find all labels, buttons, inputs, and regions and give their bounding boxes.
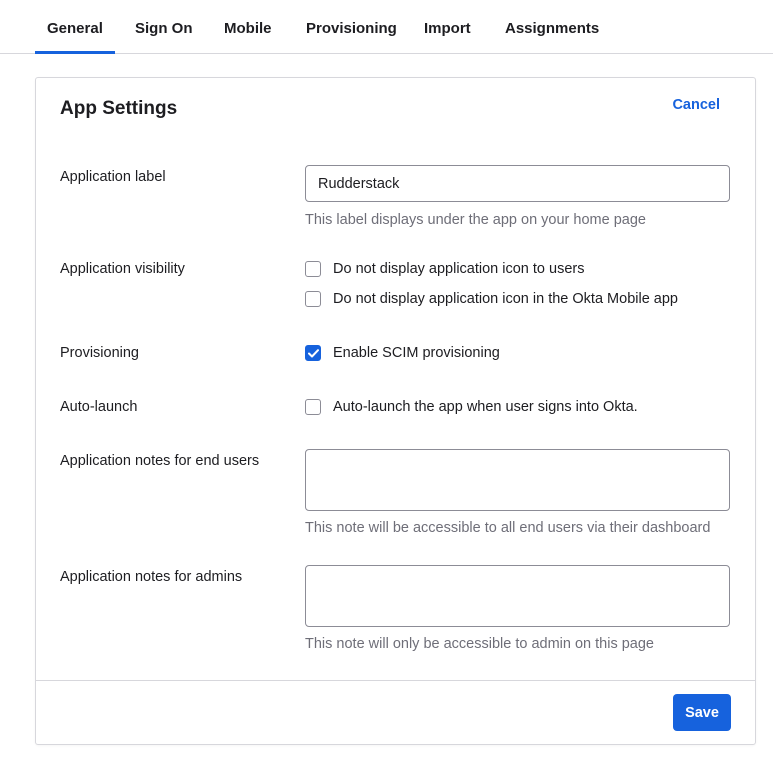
- hide-icon-users-checkbox[interactable]: [305, 261, 321, 277]
- save-button[interactable]: Save: [673, 694, 731, 731]
- tab-sign-on[interactable]: Sign On: [135, 20, 193, 37]
- app-settings-panel: App Settings Cancel Application label Th…: [35, 77, 756, 745]
- panel-footer: Save: [36, 680, 755, 745]
- notes-admins-textarea[interactable]: [305, 565, 730, 627]
- checkmark-icon: [307, 348, 319, 357]
- application-label-hint: This label displays under the app on you…: [305, 212, 646, 228]
- tab-mobile[interactable]: Mobile: [224, 20, 272, 37]
- hide-icon-mobile-option[interactable]: Do not display application icon in the O…: [305, 291, 678, 307]
- notes-end-users-hint: This note will be accessible to all end …: [305, 520, 711, 536]
- notes-admins-hint: This note will only be accessible to adm…: [305, 636, 654, 652]
- hide-icon-users-text: Do not display application icon to users: [333, 261, 585, 277]
- tab-provisioning[interactable]: Provisioning: [306, 20, 397, 37]
- tab-import[interactable]: Import: [424, 20, 471, 37]
- tab-general[interactable]: General: [35, 20, 115, 54]
- tab-assignments[interactable]: Assignments: [505, 20, 599, 37]
- auto-launch-text: Auto-launch the app when user signs into…: [333, 399, 638, 415]
- hide-icon-mobile-checkbox[interactable]: [305, 291, 321, 307]
- notes-admins-label: Application notes for admins: [60, 569, 243, 585]
- hide-icon-users-option[interactable]: Do not display application icon to users: [305, 261, 584, 277]
- auto-launch-checkbox[interactable]: [305, 399, 321, 415]
- notes-end-users-textarea[interactable]: [305, 449, 730, 511]
- cancel-button[interactable]: Cancel: [672, 97, 720, 113]
- application-visibility-label: Application visibility: [60, 261, 185, 277]
- auto-launch-label: Auto-launch: [60, 399, 138, 415]
- enable-scim-checkbox[interactable]: [305, 345, 321, 361]
- tab-bar: General Sign On Mobile Provisioning Impo…: [0, 0, 773, 54]
- hide-icon-mobile-text: Do not display application icon in the O…: [333, 291, 678, 307]
- application-label-label: Application label: [60, 169, 166, 185]
- enable-scim-option[interactable]: Enable SCIM provisioning: [305, 345, 500, 361]
- panel-title: App Settings: [60, 98, 178, 119]
- enable-scim-text: Enable SCIM provisioning: [333, 345, 500, 361]
- provisioning-label: Provisioning: [60, 345, 139, 361]
- auto-launch-option[interactable]: Auto-launch the app when user signs into…: [305, 399, 638, 415]
- application-label-input[interactable]: [305, 165, 730, 202]
- notes-end-users-label: Application notes for end users: [60, 453, 260, 469]
